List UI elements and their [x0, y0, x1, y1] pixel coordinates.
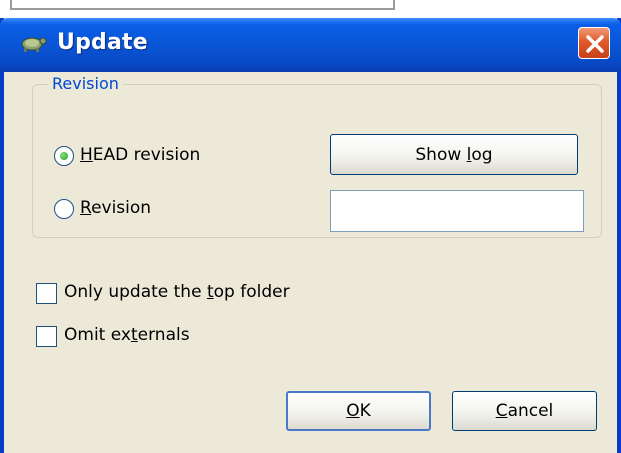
ok-button[interactable]: OK	[286, 391, 431, 431]
title-bar[interactable]: Update	[0, 18, 621, 72]
omit-externals-label[interactable]: Omit externals	[64, 325, 190, 345]
tortoise-icon	[18, 32, 48, 58]
revision-number-input[interactable]	[330, 190, 584, 232]
close-button[interactable]	[578, 27, 610, 59]
top-folder-label[interactable]: Only update the top folder	[64, 282, 290, 302]
revision-radio[interactable]	[54, 199, 74, 219]
close-icon	[586, 35, 604, 53]
radio-selected-dot	[60, 152, 68, 160]
top-folder-checkbox[interactable]	[36, 283, 57, 304]
background-input-field	[10, 0, 395, 10]
dialog-title: Update	[57, 30, 148, 55]
revision-group-label: Revision	[48, 74, 123, 93]
head-revision-label[interactable]: HEAD revision	[80, 145, 200, 165]
cancel-button[interactable]: Cancel	[452, 391, 597, 431]
head-revision-radio[interactable]	[54, 146, 74, 166]
show-log-button[interactable]: Show log	[330, 134, 578, 175]
revision-radio-label[interactable]: Revision	[80, 198, 151, 218]
omit-externals-checkbox[interactable]	[36, 326, 57, 347]
